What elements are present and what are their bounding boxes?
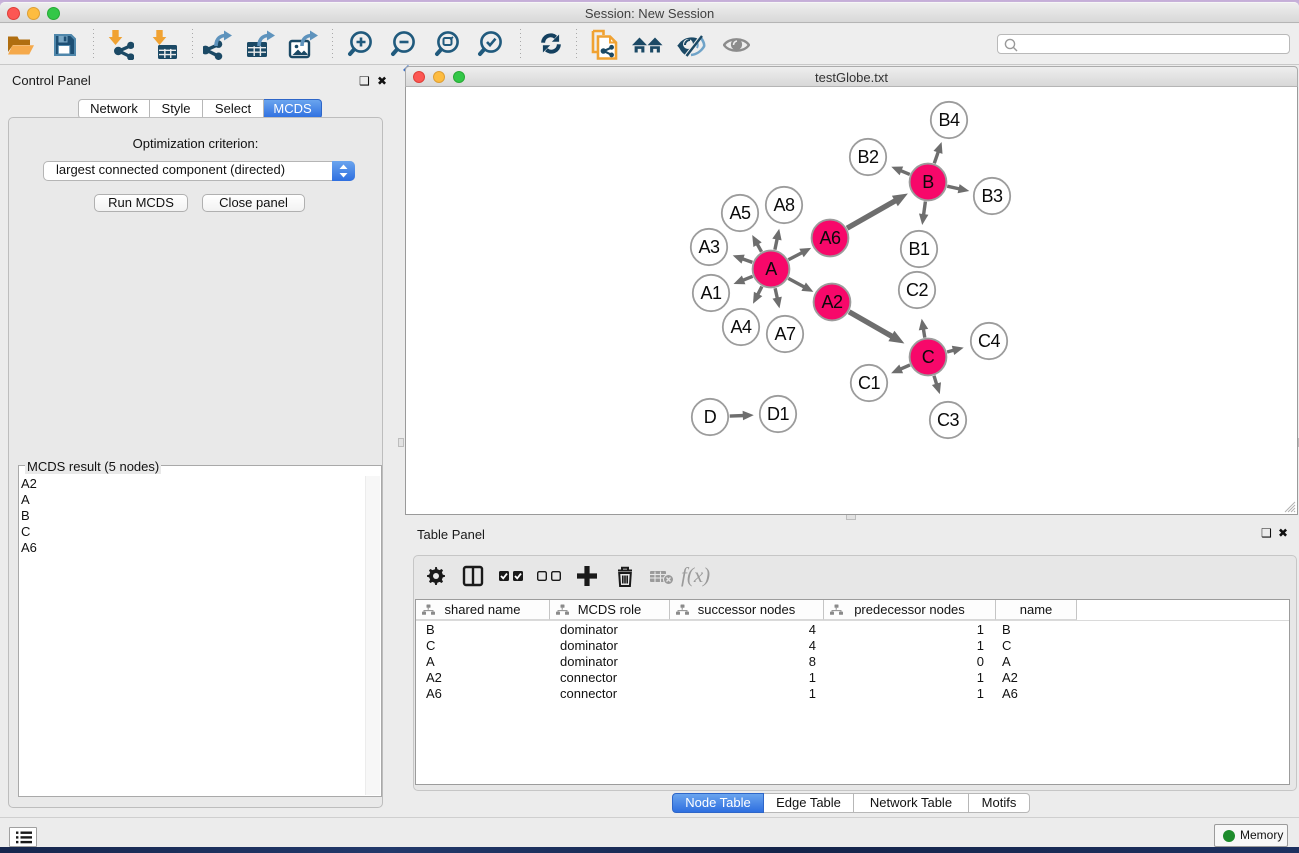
svg-text:B: B (922, 172, 934, 192)
svg-text:A8: A8 (773, 195, 795, 215)
svg-text:C4: C4 (978, 331, 1000, 351)
svg-text:C3: C3 (937, 410, 959, 430)
svg-text:D: D (704, 407, 717, 427)
svg-text:f(x): f(x) (681, 563, 710, 587)
svg-text:B4: B4 (938, 110, 960, 130)
svg-text:A: A (765, 259, 777, 279)
svg-text:D1: D1 (767, 404, 789, 424)
svg-text:A2: A2 (821, 292, 843, 312)
svg-text:A5: A5 (729, 203, 751, 223)
svg-text:C2: C2 (906, 280, 928, 300)
svg-text:A6: A6 (819, 228, 841, 248)
svg-text:A1: A1 (700, 283, 722, 303)
svg-text:C1: C1 (858, 373, 880, 393)
svg-text:B2: B2 (857, 147, 879, 167)
svg-text:B3: B3 (981, 186, 1003, 206)
svg-text:A7: A7 (774, 324, 796, 344)
svg-text:B1: B1 (908, 239, 930, 259)
svg-text:C: C (922, 347, 935, 367)
svg-text:A3: A3 (698, 237, 720, 257)
svg-text:A4: A4 (730, 317, 752, 337)
